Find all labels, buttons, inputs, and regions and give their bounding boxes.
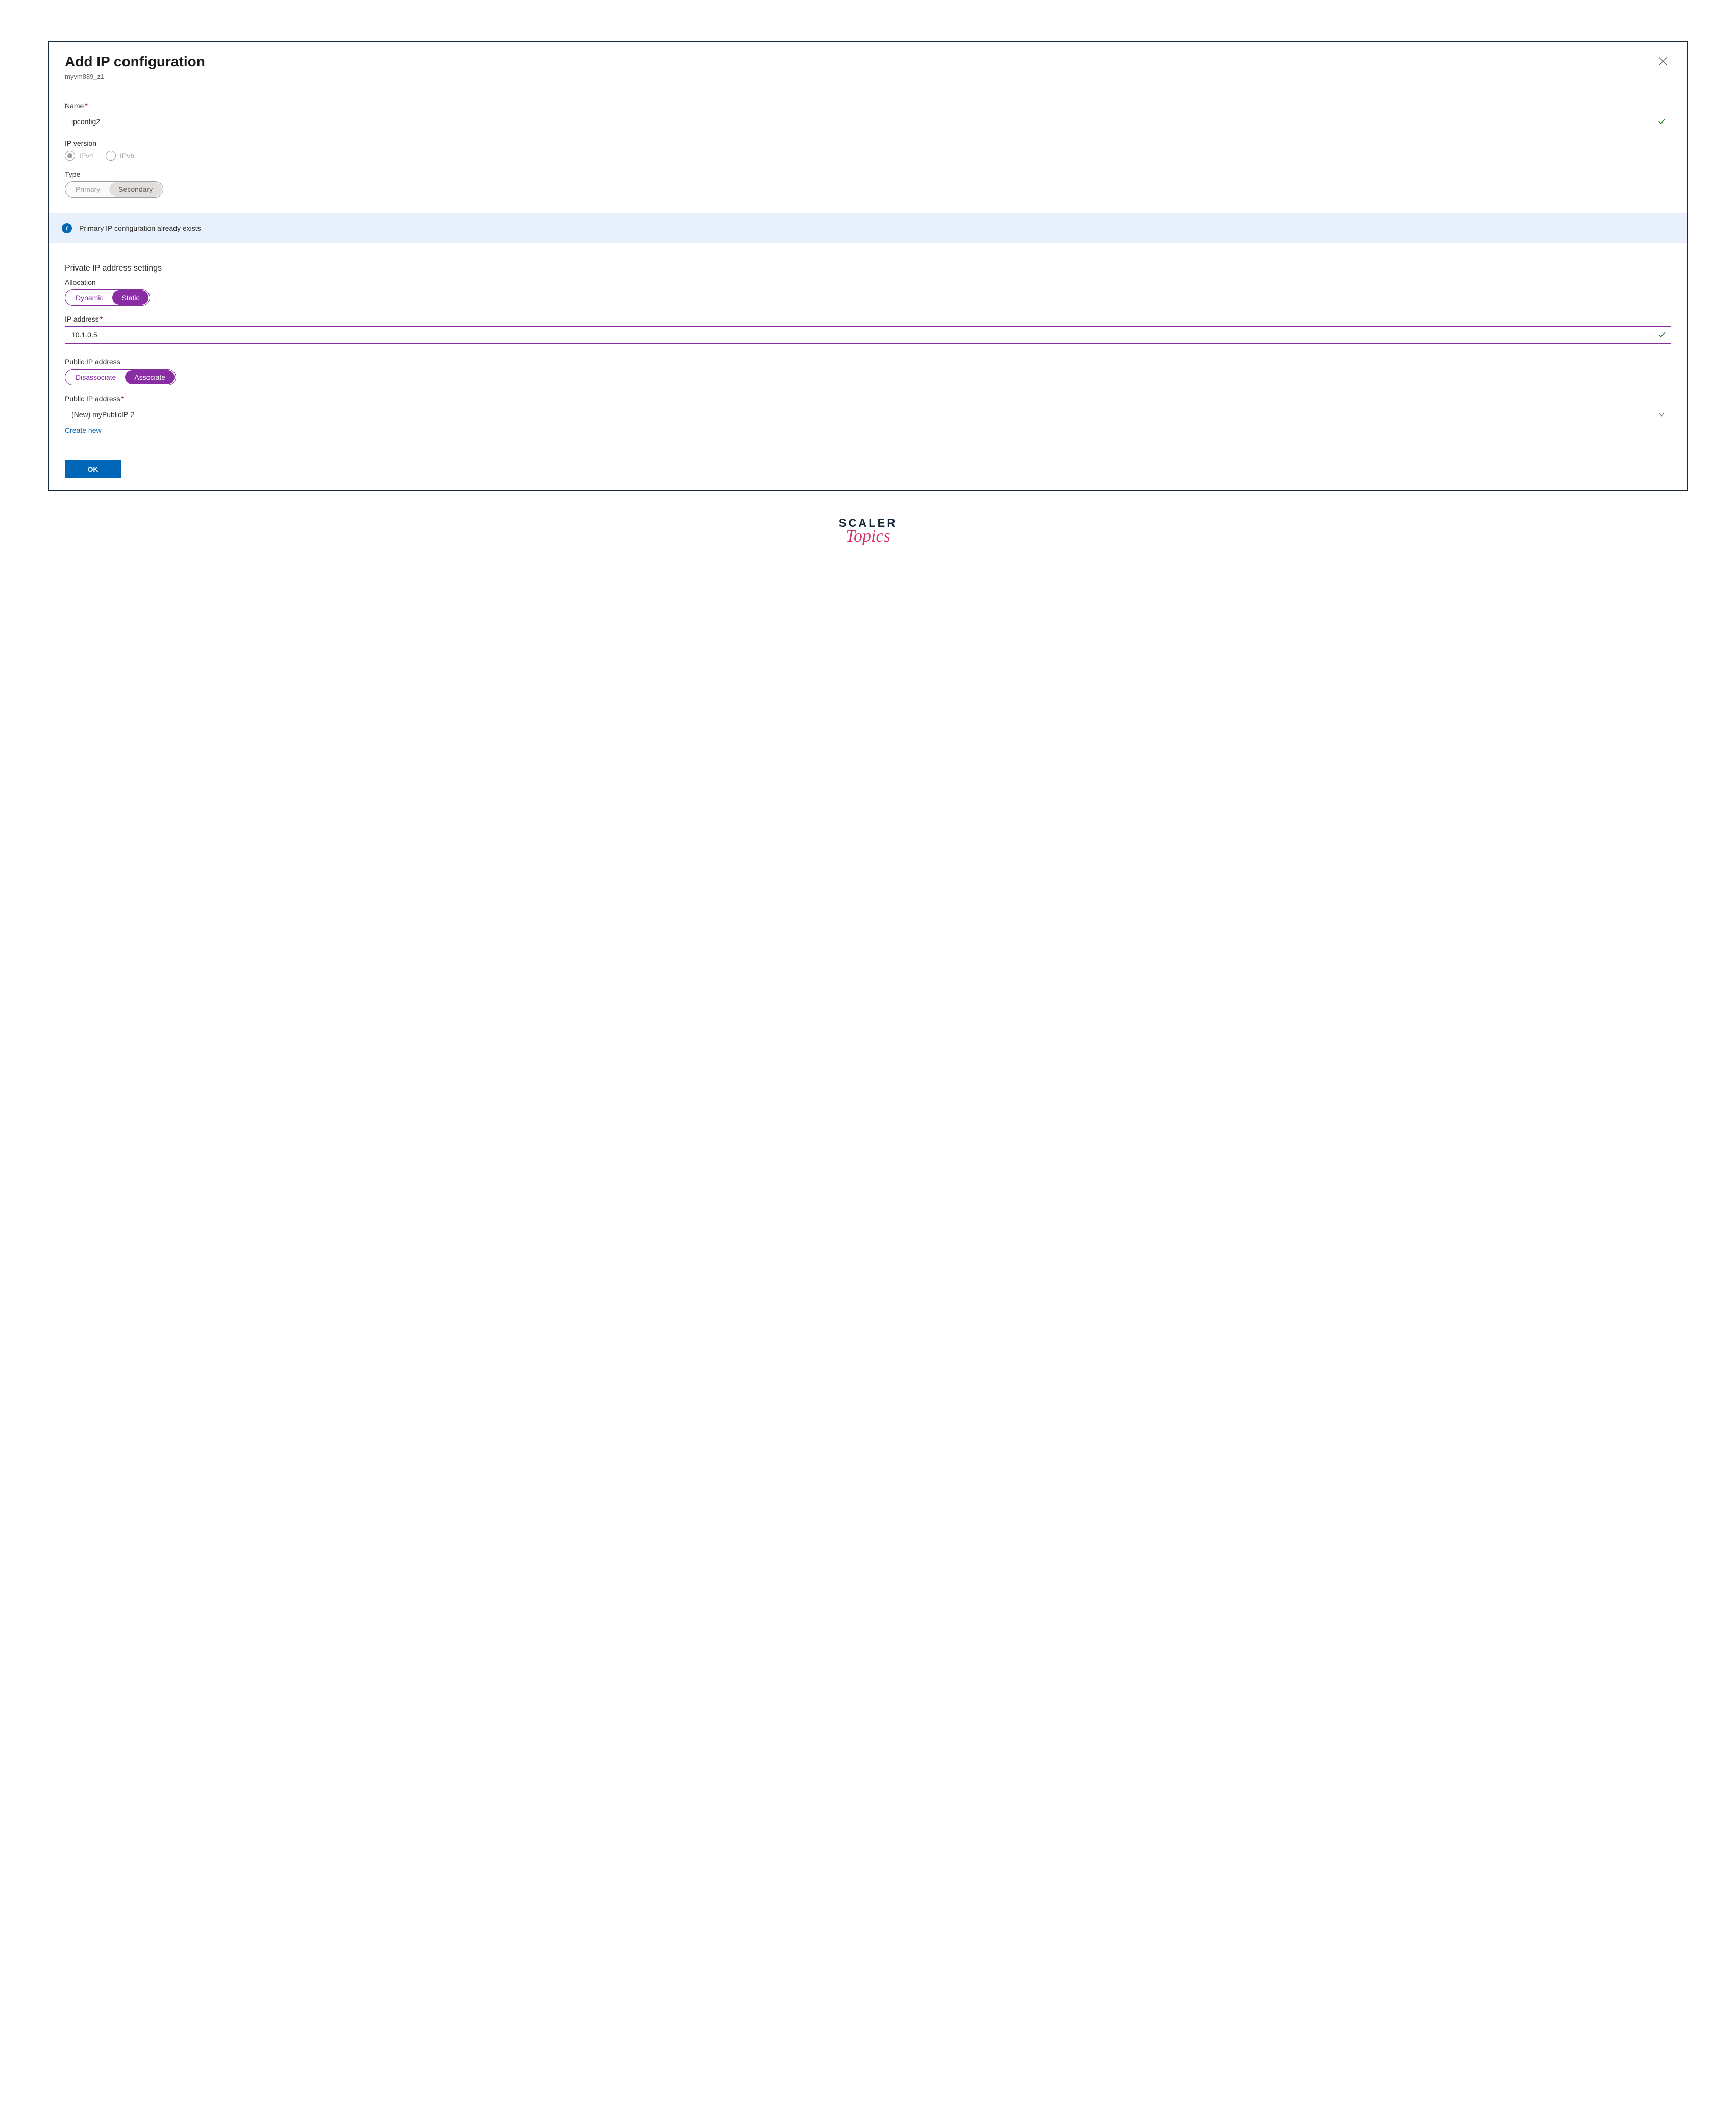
public-ip-toggle-field: Public IP address Disassociate Associate — [65, 358, 1671, 385]
ip-address-label: IP address* — [65, 315, 1671, 323]
private-ip-section-title: Private IP address settings — [65, 264, 1671, 273]
panel-header: Add IP configuration myvm889_z1 — [49, 42, 1687, 86]
name-input[interactable] — [65, 113, 1671, 130]
type-primary-option: Primary — [66, 182, 109, 197]
name-label: Name* — [65, 102, 1671, 110]
type-segmented: Primary Secondary — [65, 181, 163, 198]
panel-subtitle: myvm889_z1 — [65, 72, 1655, 80]
add-ip-configuration-panel: Add IP configuration myvm889_z1 Name* IP… — [48, 41, 1688, 491]
close-icon — [1658, 57, 1668, 66]
brand-bottom: Topics — [48, 527, 1688, 546]
close-button[interactable] — [1655, 53, 1671, 69]
allocation-dynamic-option[interactable]: Dynamic — [66, 290, 112, 305]
info-banner: i Primary IP configuration already exist… — [49, 213, 1687, 243]
radio-icon — [106, 151, 116, 161]
public-ip-dropdown-value: (New) myPublicIP-2 — [71, 410, 135, 419]
panel-footer: OK — [49, 450, 1687, 490]
public-ip-dropdown-label: Public IP address* — [65, 395, 1671, 403]
public-ip-segmented[interactable]: Disassociate Associate — [65, 369, 176, 385]
brand-logo: SCALER Topics — [48, 517, 1688, 546]
disassociate-option[interactable]: Disassociate — [66, 370, 125, 384]
allocation-segmented[interactable]: Dynamic Static — [65, 289, 150, 306]
public-ip-dropdown-field: Public IP address* (New) myPublicIP-2 Cr… — [65, 395, 1671, 435]
type-secondary-option: Secondary — [109, 182, 162, 197]
create-new-link[interactable]: Create new — [65, 426, 102, 434]
ipv6-radio: IPv6 — [106, 151, 134, 161]
ipv4-radio: IPv4 — [65, 151, 93, 161]
ip-address-field: IP address* — [65, 315, 1671, 344]
type-label: Type — [65, 170, 1671, 178]
info-message: Primary IP configuration already exists — [79, 224, 201, 232]
ip-version-label: IP version — [65, 139, 1671, 148]
associate-option[interactable]: Associate — [125, 370, 175, 384]
panel-title: Add IP configuration — [65, 53, 1655, 70]
allocation-field: Allocation Dynamic Static — [65, 278, 1671, 306]
ok-button[interactable]: OK — [65, 460, 121, 478]
ip-address-input[interactable] — [65, 326, 1671, 344]
ip-version-field: IP version IPv4 IPv6 — [65, 139, 1671, 161]
ipv6-radio-label: IPv6 — [120, 152, 134, 160]
info-icon: i — [62, 223, 72, 233]
public-ip-toggle-label: Public IP address — [65, 358, 1671, 366]
public-ip-dropdown[interactable]: (New) myPublicIP-2 — [65, 406, 1671, 423]
radio-icon — [65, 151, 75, 161]
allocation-label: Allocation — [65, 278, 1671, 286]
name-field: Name* — [65, 102, 1671, 130]
allocation-static-option[interactable]: Static — [112, 290, 148, 305]
type-field: Type Primary Secondary — [65, 170, 1671, 198]
ipv4-radio-label: IPv4 — [79, 152, 93, 160]
